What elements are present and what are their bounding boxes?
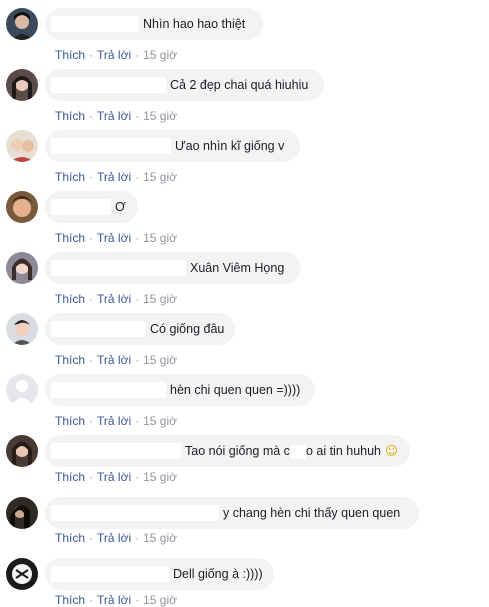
comment-bubble: y chang hèn chi thấy quen quen xyxy=(45,497,419,529)
comment-bubble: hèn chi quen quen =)))) xyxy=(45,374,315,406)
comment-item: Ưao nhìn kĩ giống v Thích · Trả lời · 15 giờ xyxy=(0,130,489,191)
reply-link[interactable]: Trả lời xyxy=(97,170,131,184)
comment-text: Tao nói giống mà co ai tin huhuh ☺ xyxy=(185,443,399,459)
comment-text: Ưao nhìn kĩ giống v xyxy=(175,139,285,153)
avatar[interactable] xyxy=(6,558,38,590)
comment-item: Cả 2 đẹp chai quá hiuhiu Thích · Trả lời · 1… xyxy=(0,69,489,130)
comment-text: Nhìn hao hao thiệt xyxy=(143,17,246,31)
smile-emoji-icon: ☺ xyxy=(385,443,399,459)
timestamp[interactable]: 15 giờ xyxy=(143,531,177,545)
comment-item: Dell giống à :)))) Thích · Trả lời · 15 giờ xyxy=(0,558,489,607)
comment-actions: Thích · Trả lời · 15 giờ xyxy=(55,470,177,484)
reply-link[interactable]: Trả lời xyxy=(97,414,131,428)
redacted-name xyxy=(51,77,166,93)
comment-item: Xuân Viêm Họng Thích · Trả lời · 15 giờ xyxy=(0,252,489,313)
timestamp[interactable]: 15 giờ xyxy=(143,231,177,245)
reply-link[interactable]: Trả lời xyxy=(97,593,131,607)
avatar[interactable] xyxy=(6,497,38,529)
comment-actions: Thích · Trả lời · 15 giờ xyxy=(55,414,177,428)
redacted-name xyxy=(51,443,181,459)
redacted-fragment xyxy=(289,444,306,459)
redacted-name xyxy=(51,260,186,276)
comment-text: hèn chi quen quen =)))) xyxy=(170,383,301,397)
timestamp[interactable]: 15 giờ xyxy=(143,470,177,484)
timestamp[interactable]: 15 giờ xyxy=(143,170,177,184)
redacted-name xyxy=(51,566,169,582)
like-link[interactable]: Thích xyxy=(55,470,85,484)
comment-item: Ơ Thích · Trả lời · 15 giờ xyxy=(0,191,489,252)
redacted-name xyxy=(51,199,111,215)
avatar[interactable] xyxy=(6,252,38,284)
avatar[interactable] xyxy=(6,191,38,223)
timestamp[interactable]: 15 giờ xyxy=(143,292,177,306)
comment-text: Ơ xyxy=(115,200,126,214)
like-link[interactable]: Thích xyxy=(55,109,85,123)
timestamp[interactable]: 15 giờ xyxy=(143,593,177,607)
comment-actions: Thích · Trả lời · 15 giờ xyxy=(55,531,177,545)
reply-link[interactable]: Trả lời xyxy=(97,353,131,367)
comment-actions: Thích · Trả lời · 15 giờ xyxy=(55,231,177,245)
reply-link[interactable]: Trả lời xyxy=(97,531,131,545)
reply-link[interactable]: Trả lời xyxy=(97,48,131,62)
comment-text: y chang hèn chi thấy quen quen xyxy=(223,506,401,520)
comment-actions: Thích · Trả lời · 15 giờ xyxy=(55,292,177,306)
comment-actions: Thích · Trả lời · 15 giờ xyxy=(55,170,177,184)
reply-link[interactable]: Trả lời xyxy=(97,231,131,245)
comment-text: Cả 2 đẹp chai quá hiuhiu xyxy=(170,78,309,92)
comment-actions: Thích · Trả lời · 15 giờ xyxy=(55,353,177,367)
comment-item: Tao nói giống mà co ai tin huhuh ☺ Thích ·… xyxy=(0,435,489,496)
comment-text: Có giống đâu xyxy=(150,322,225,336)
timestamp[interactable]: 15 giờ xyxy=(143,353,177,367)
comment-actions: Thích · Trả lời · 15 giờ xyxy=(55,48,177,62)
redacted-name xyxy=(51,505,219,521)
comment-bubble: Có giống đâu xyxy=(45,313,235,345)
comment-item: hèn chi quen quen =)))) Thích · Trả lời · 15… xyxy=(0,374,489,435)
avatar[interactable] xyxy=(6,435,38,467)
redacted-name xyxy=(51,16,139,32)
timestamp[interactable]: 15 giờ xyxy=(143,48,177,62)
timestamp[interactable]: 15 giờ xyxy=(143,109,177,123)
like-link[interactable]: Thích xyxy=(55,414,85,428)
comment-bubble: Xuân Viêm Họng xyxy=(45,252,301,284)
avatar[interactable] xyxy=(6,313,38,345)
reply-link[interactable]: Trả lời xyxy=(97,109,131,123)
comment-bubble: Ưao nhìn kĩ giống v xyxy=(45,130,300,162)
comment-actions: Thích · Trả lời · 15 giờ xyxy=(55,593,177,607)
redacted-name xyxy=(51,138,171,154)
avatar[interactable] xyxy=(6,69,38,101)
redacted-name xyxy=(51,382,166,398)
like-link[interactable]: Thích xyxy=(55,353,85,367)
avatar[interactable] xyxy=(6,374,38,406)
comment-item: Nhìn hao hao thiệt Thích · Trả lời · 15 giờ xyxy=(0,8,489,69)
reply-link[interactable]: Trả lời xyxy=(97,470,131,484)
comment-bubble: Cả 2 đẹp chai quá hiuhiu xyxy=(45,69,324,101)
like-link[interactable]: Thích xyxy=(55,292,85,306)
comment-bubble: Nhìn hao hao thiệt xyxy=(45,8,263,40)
like-link[interactable]: Thích xyxy=(55,231,85,245)
avatar[interactable] xyxy=(6,8,38,40)
comment-text: Xuân Viêm Họng xyxy=(190,261,285,275)
timestamp[interactable]: 15 giờ xyxy=(143,414,177,428)
redacted-name xyxy=(51,321,146,337)
comment-bubble: Ơ xyxy=(45,191,138,223)
comment-actions: Thích · Trả lời · 15 giờ xyxy=(55,109,177,123)
comment-item: Có giống đâu Thích · Trả lời · 15 giờ xyxy=(0,313,489,374)
like-link[interactable]: Thích xyxy=(55,593,85,607)
like-link[interactable]: Thích xyxy=(55,170,85,184)
comment-text: Dell giống à :)))) xyxy=(173,567,263,581)
comment-bubble: Tao nói giống mà co ai tin huhuh ☺ xyxy=(45,435,410,467)
avatar[interactable] xyxy=(6,130,38,162)
comment-item: y chang hèn chi thấy quen quen Thích · Trả… xyxy=(0,497,489,558)
comment-bubble: Dell giống à :)))) xyxy=(45,558,274,590)
like-link[interactable]: Thích xyxy=(55,531,85,545)
like-link[interactable]: Thích xyxy=(55,48,85,62)
reply-link[interactable]: Trả lời xyxy=(97,292,131,306)
